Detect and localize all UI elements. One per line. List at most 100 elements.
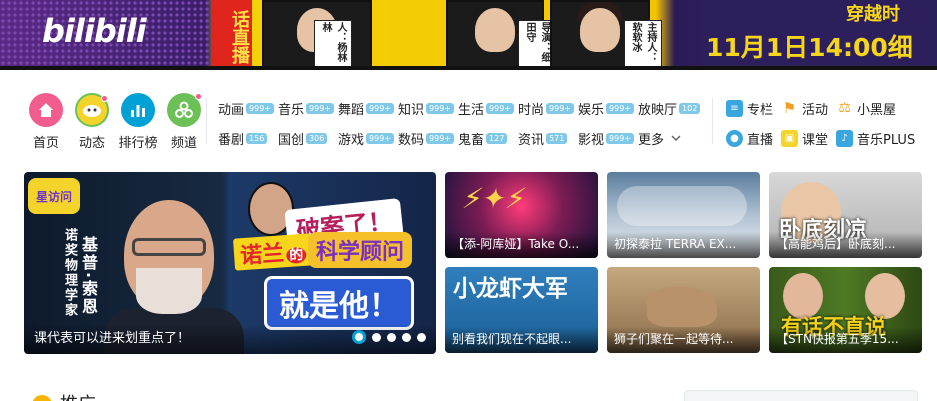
category-row-1: 动画 999+ 音乐 999+ 舞蹈 999+ 知识 999+ 生活 999+ 时尚 999…	[218, 98, 708, 118]
video-card[interactable]: 初探泰拉 TERRA EX...	[607, 172, 760, 258]
category-digital[interactable]: 数码 999+	[398, 128, 458, 148]
carousel-dot[interactable]	[417, 332, 426, 342]
thumb-overlay-art: ⚡✦⚡	[460, 182, 529, 215]
notification-dot	[101, 95, 108, 102]
side-links: ≡ 专栏 ⚑ 活动 ⚖ 小黑屋 ● 直播 ▣ 课堂 ♪ 音乐PLUS	[726, 98, 926, 148]
thumb-lion-art	[647, 287, 717, 327]
category-knowledge[interactable]: 知识 999+	[398, 98, 458, 118]
video-card[interactable]: 狮子们聚在一起等待...	[607, 267, 760, 353]
nav-dynamic[interactable]: 动态	[70, 93, 114, 151]
side-divider	[712, 98, 713, 144]
column-icon: ≡	[726, 99, 743, 117]
carousel-headline-2: 诺兰的	[232, 233, 314, 271]
dynamic-avatar-icon	[75, 93, 109, 127]
video-card-title: 【高能鸡后】卧底刻...	[776, 237, 896, 251]
category-grid: 动画 999+ 音乐 999+ 舞蹈 999+ 知识 999+ 生活 999+ 时尚 999…	[218, 98, 708, 158]
video-card[interactable]: 卧底刻凉 【高能鸡后】卧底刻...	[769, 172, 922, 258]
main-nav: 首页 动态 排行榜 频道	[24, 93, 206, 151]
nav-home-label: 首页	[32, 136, 59, 151]
banner-live-tag: 话直播	[212, 0, 252, 70]
category-film[interactable]: 影视 999+	[578, 128, 638, 148]
link-classroom[interactable]: ▣ 课堂	[781, 128, 836, 148]
link-live[interactable]: ● 直播	[726, 128, 781, 148]
category-row-2: 番剧 156 国创 306 游戏 999+ 数码 999+ 鬼畜 127 资讯 571 影视…	[218, 128, 708, 148]
category-game[interactable]: 游戏 999+	[338, 128, 398, 148]
nav-channel[interactable]: 频道	[162, 93, 206, 151]
category-count-badge: 999+	[426, 132, 454, 144]
notification-dot	[195, 93, 202, 100]
header-banner[interactable]: bilibili 话直播 人：杨林林 导演：细田守 主持人：软软冰 穿越时 11…	[0, 0, 937, 70]
nav-divider	[206, 98, 207, 144]
category-count-badge: 999+	[546, 102, 574, 114]
category-life[interactable]: 生活 999+	[458, 98, 518, 118]
video-card-title: 狮子们聚在一起等待...	[614, 332, 734, 346]
category-cinema[interactable]: 放映厅 102	[638, 98, 708, 118]
link-activity[interactable]: ⚑ 活动	[781, 98, 836, 118]
category-count-badge: 999+	[426, 102, 454, 114]
video-card-title: 别看我们现在不起眼...	[452, 332, 572, 346]
link-column[interactable]: ≡ 专栏	[726, 98, 781, 118]
category-count-badge: 999+	[606, 132, 634, 144]
nav-home[interactable]: 首页	[24, 93, 68, 151]
category-music[interactable]: 音乐 999+	[278, 98, 338, 118]
category-entertainment[interactable]: 娱乐 999+	[578, 98, 638, 118]
ranking-chart-icon	[121, 93, 155, 127]
bilibili-logo[interactable]: bilibili	[42, 12, 147, 50]
category-count-badge: 102	[679, 102, 701, 114]
classroom-icon: ▣	[781, 129, 798, 147]
flag-icon: ⚑	[782, 99, 797, 117]
carousel-vertical-caption-2: 基普·索恩	[79, 236, 98, 317]
category-count-badge: 571	[546, 132, 568, 144]
banner-bottom-strip	[0, 66, 937, 70]
carousel-dot[interactable]	[372, 332, 381, 342]
link-music-plus[interactable]: ♪ 音乐PLUS	[836, 128, 926, 148]
category-count-badge: 156	[246, 132, 268, 144]
chevron-down-icon	[671, 135, 681, 142]
nav-ranking-label: 排行榜	[118, 136, 158, 151]
hero-carousel[interactable]: 星访问 诺奖物理学家 基普·索恩 破案了！ 诺兰的 科学顾问 就是他！ 课代表可…	[24, 172, 436, 354]
section-side-box	[684, 390, 918, 401]
thumb-snow-art	[617, 186, 747, 226]
video-card-title: 初探泰拉 TERRA EX...	[614, 237, 737, 251]
category-dance[interactable]: 舞蹈 999+	[338, 98, 398, 118]
carousel-headline-3: 科学顾问	[308, 232, 413, 268]
video-card[interactable]: ⚡✦⚡ 【添-阿库娅】Take O...	[445, 172, 598, 258]
section-title: 推广	[32, 390, 96, 401]
category-fashion[interactable]: 时尚 999+	[518, 98, 578, 118]
video-card-title: 【添-阿库娅】Take O...	[452, 237, 580, 251]
carousel-show-logo: 星访问	[28, 178, 80, 214]
promo-icon	[32, 395, 52, 401]
link-blackroom[interactable]: ⚖ 小黑屋	[836, 98, 926, 118]
blackroom-icon: ⚖	[838, 100, 851, 116]
category-count-badge: 999+	[306, 102, 334, 114]
carousel-headline-4: 就是他！	[264, 276, 414, 330]
category-count-badge: 999+	[366, 132, 394, 144]
category-count-badge: 999+	[366, 102, 394, 114]
carousel-caption[interactable]: 课代表可以进来划重点了！	[34, 327, 190, 346]
carousel-dots	[352, 330, 426, 344]
category-donghua[interactable]: 动画 999+	[218, 98, 278, 118]
category-bangumi[interactable]: 番剧 156	[218, 128, 278, 148]
carousel-dot[interactable]	[387, 332, 396, 342]
video-card[interactable]: 有话不直说 【STN快报第五季15...	[769, 267, 922, 353]
banner-person-tag-3: 主持人：软软冰	[624, 20, 662, 70]
category-count-badge: 306	[306, 132, 328, 144]
carousel-dot[interactable]	[402, 332, 411, 342]
category-kichiku[interactable]: 鬼畜 127	[458, 128, 518, 148]
bilibili-homepage: bilibili 话直播 人：杨林林 导演：细田守 主持人：软软冰 穿越时 11…	[0, 0, 937, 401]
nav-ranking[interactable]: 排行榜	[116, 93, 160, 151]
video-card[interactable]: 小龙虾大军 别看我们现在不起眼...	[445, 267, 598, 353]
nav-dynamic-label: 动态	[78, 136, 105, 151]
home-icon	[29, 93, 63, 127]
carousel-dot[interactable]	[352, 330, 366, 344]
category-count-badge: 999+	[246, 102, 274, 114]
channel-icon	[167, 93, 202, 127]
category-count-badge: 999+	[606, 102, 634, 114]
category-news[interactable]: 资讯 571	[518, 128, 578, 148]
nav-channel-label: 频道	[170, 136, 197, 151]
live-icon: ●	[726, 129, 743, 147]
category-guochuang[interactable]: 国创 306	[278, 128, 338, 148]
music-plus-icon: ♪	[836, 129, 853, 147]
category-more[interactable]: 更多	[638, 128, 698, 148]
video-card-title: 【STN快报第五季15...	[776, 332, 899, 346]
